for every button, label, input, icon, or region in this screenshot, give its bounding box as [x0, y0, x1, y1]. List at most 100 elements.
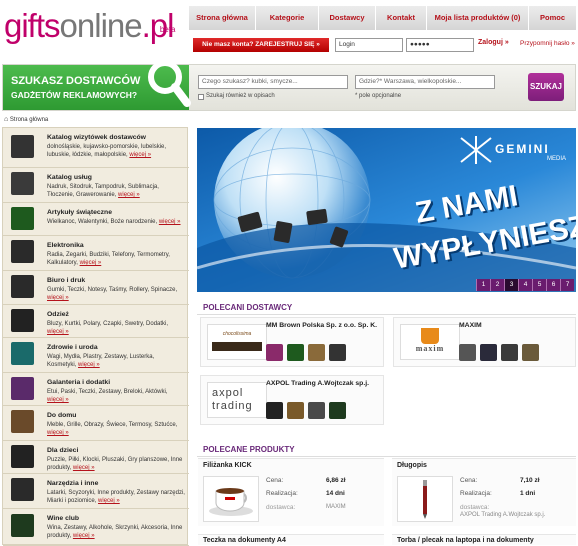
category-item[interactable]: Narzędzia i inne Latarki, Scyzoryki, Inne… — [3, 474, 189, 509]
banner-page-1[interactable]: 1 — [476, 279, 490, 291]
category-icon[interactable] — [11, 275, 34, 298]
banner-page-4[interactable]: 4 — [518, 279, 532, 291]
product-thumb[interactable] — [522, 344, 539, 361]
category-more-link[interactable]: więcej » — [73, 465, 95, 471]
category-subcategories[interactable]: Wina, Zestawy, Alkohole, Skrzynki, Akces… — [47, 525, 182, 539]
category-item[interactable]: Artykuły świąteczne Wielkanoc, Walentynki… — [3, 203, 189, 236]
product-thumb[interactable] — [459, 344, 476, 361]
home-icon[interactable]: ⌂ — [4, 116, 8, 123]
category-icon[interactable] — [11, 410, 34, 433]
category-more-link[interactable]: więcej » — [73, 533, 95, 539]
category-subcategories[interactable]: Meble, Grille, Obrazy, Świece, Termosy, … — [47, 422, 177, 428]
supplier-value[interactable]: MAXIM — [326, 504, 346, 510]
supplier-name[interactable]: MAXIM — [459, 322, 482, 329]
category-more-link[interactable]: więcej » — [98, 498, 120, 504]
search-button[interactable]: SZUKAJ — [528, 73, 564, 101]
product-name[interactable]: Długopis — [397, 462, 427, 469]
product-thumb[interactable] — [480, 344, 497, 361]
product-card[interactable]: Teczka na dokumenty A4 — [198, 534, 384, 545]
category-subcategories[interactable]: Etui, Paski, Teczki, Zestawy, Breloki, A… — [47, 389, 167, 395]
category-subcategories[interactable]: Wielkanoc, Walentynki, Boże narodzenie, — [47, 219, 157, 225]
product-image[interactable] — [203, 476, 259, 522]
product-thumb[interactable] — [287, 344, 304, 361]
product-name[interactable]: Filiżanka KICK — [203, 462, 252, 469]
login-button[interactable]: Zaloguj » — [478, 39, 509, 46]
supplier-name[interactable]: MM Brown Polska Sp. z o.o. Sp. K. — [266, 322, 377, 329]
category-subcategories[interactable]: Bluzy, Kurtki, Polary, Czapki, Swetry, D… — [47, 321, 168, 327]
nav-contact[interactable]: Kontakt — [375, 6, 426, 30]
forgot-password-link[interactable]: Przypomnij hasło » — [520, 40, 575, 47]
product-thumb[interactable] — [308, 344, 325, 361]
category-title[interactable]: Katalog wizytówek dostawców — [47, 134, 146, 141]
product-card[interactable]: Torba / plecak na laptopa i na dokumenty — [392, 534, 576, 545]
breadcrumb-home[interactable]: Strona główna — [10, 117, 48, 123]
product-thumb[interactable] — [329, 402, 346, 419]
product-thumb[interactable] — [266, 402, 283, 419]
login-input[interactable]: Login — [335, 38, 403, 52]
category-icon[interactable] — [11, 478, 34, 501]
category-item[interactable]: Odzież Bluzy, Kurtki, Polary, Czapki, Swe… — [3, 305, 189, 338]
nav-help[interactable]: Pomoc — [528, 6, 576, 30]
product-thumb[interactable] — [287, 402, 304, 419]
product-thumb[interactable] — [308, 402, 325, 419]
category-more-link[interactable]: więcej » — [80, 260, 102, 266]
nav-my-list[interactable]: Moja lista produktów (0) — [426, 6, 528, 30]
category-subcategories[interactable]: Puzzle, Piłki, Klocki, Pluszaki, Gry pla… — [47, 457, 182, 471]
category-more-link[interactable]: więcej » — [47, 430, 69, 436]
category-item[interactable]: Biuro i druk Gumki, Teczki, Notesy, Taśmy… — [3, 271, 189, 305]
category-title[interactable]: Artykuły świąteczne — [47, 209, 112, 216]
nav-categories[interactable]: Kategorie — [255, 6, 318, 30]
category-icon[interactable] — [11, 309, 34, 332]
category-icon[interactable] — [11, 514, 34, 537]
category-item[interactable]: Dla dzieci Puzzle, Piłki, Klocki, Pluszak… — [3, 441, 189, 474]
product-thumb[interactable] — [329, 344, 346, 361]
product-name[interactable]: Teczka na dokumenty A4 — [203, 537, 286, 544]
category-item[interactable]: Elektronika Radia, Zegarki, Budziki, Tele… — [3, 236, 189, 271]
product-name[interactable]: Torba / plecak na laptopa i na dokumenty — [397, 537, 534, 544]
product-thumb[interactable] — [501, 344, 518, 361]
search-query-input[interactable]: Czego szukasz? kubki, smycze... — [198, 75, 348, 89]
category-title[interactable]: Biuro i druk — [47, 277, 85, 284]
category-item[interactable]: Zdrowie i uroda Wagi, Mydła, Plastry, Zes… — [3, 338, 189, 373]
category-icon[interactable] — [11, 342, 34, 365]
category-title[interactable]: Zdrowie i uroda — [47, 344, 98, 351]
category-more-link[interactable]: więcej » — [129, 152, 151, 158]
category-icon[interactable] — [11, 134, 34, 158]
product-thumb[interactable] — [266, 344, 283, 361]
supplier-name[interactable]: AXPOL Trading A.Wojtczak sp.j. — [266, 380, 369, 387]
supplier-value[interactable]: AXPOL Trading A.Wojtczak sp.j. — [460, 512, 545, 518]
category-icon[interactable] — [11, 207, 34, 230]
category-title[interactable]: Galanteria i dodatki — [47, 379, 110, 386]
category-subcategories[interactable]: Gumki, Teczki, Notesy, Taśmy, Rollery, S… — [47, 287, 177, 293]
banner-page-7[interactable]: 7 — [560, 279, 574, 291]
category-item[interactable]: Wine club Wina, Zestawy, Alkohole, Skrzyn… — [3, 509, 189, 546]
product-image[interactable] — [397, 476, 453, 522]
supplier-card[interactable]: chocolissima MM Brown Polska Sp. z o.o. … — [200, 317, 384, 367]
category-title[interactable]: Odzież — [47, 311, 69, 318]
nav-home[interactable]: Strona główna — [188, 6, 255, 30]
category-icon[interactable] — [11, 240, 34, 263]
product-card[interactable]: Filiżanka KICK Cena: 6,86 zł Realizacja:… — [198, 458, 384, 526]
product-card[interactable]: Długopis Cena: 7,10 zł Realizacja: 1 dni… — [392, 458, 576, 526]
supplier-card[interactable]: axpol trading AXPOL Trading A.Wojtczak s… — [200, 375, 384, 425]
category-item[interactable]: Do domu Meble, Grille, Obrazy, Świece, Te… — [3, 406, 189, 441]
category-title[interactable]: Dla dzieci — [47, 447, 78, 454]
category-title[interactable]: Elektronika — [47, 242, 84, 249]
category-icon[interactable] — [11, 377, 34, 400]
nav-suppliers[interactable]: Dostawcy — [318, 6, 375, 30]
supplier-card[interactable]: maxim MAXIM — [393, 317, 576, 367]
category-icon[interactable] — [11, 172, 34, 195]
register-button[interactable]: Nie masz konta? ZAREJESTRUJ SIĘ » — [193, 38, 329, 52]
password-input[interactable]: ●●●●● — [406, 38, 474, 52]
category-more-link[interactable]: więcej » — [47, 329, 69, 335]
search-location-input[interactable]: Gdzie?* Warszawa, wielkopolskie... — [355, 75, 495, 89]
search-descriptions-checkbox[interactable] — [198, 94, 204, 100]
category-title[interactable]: Narzędzia i inne — [47, 480, 98, 487]
banner-page-6[interactable]: 6 — [546, 279, 560, 291]
category-title[interactable]: Katalog usług — [47, 174, 92, 181]
banner-page-5[interactable]: 5 — [532, 279, 546, 291]
category-item[interactable]: Katalog usług Nadruk, Sitodruk, Tampodruk… — [3, 168, 189, 203]
category-more-link[interactable]: więcej » — [47, 397, 69, 403]
category-title[interactable]: Wine club — [47, 515, 79, 522]
category-more-link[interactable]: więcej » — [47, 295, 69, 301]
